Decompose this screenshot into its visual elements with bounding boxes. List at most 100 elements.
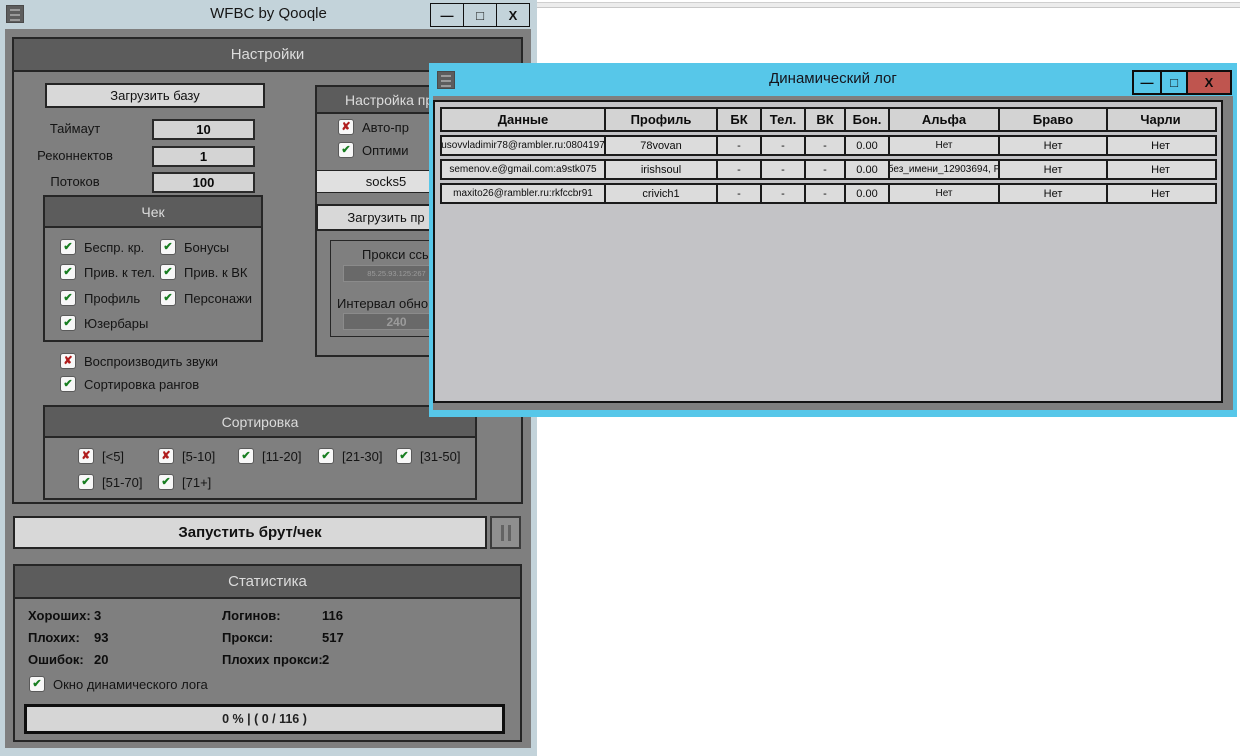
table-cell: Нет <box>1106 185 1213 202</box>
table-cell: Нет <box>1106 161 1213 178</box>
table-cell: - <box>716 161 760 178</box>
checkbox-auto-proxy[interactable]: ✘ <box>338 119 354 135</box>
stat-errors: Ошибок:20 <box>28 652 108 667</box>
table-cell: Нет <box>998 161 1106 178</box>
table-cell: 78vovan <box>604 137 716 154</box>
proxy-link-group-title: Прокси ссы <box>362 247 431 262</box>
checkbox-log-window[interactable]: ✔ <box>29 676 45 692</box>
table-row[interactable]: maxito26@rambler.ru:rkfccbr91crivich1---… <box>440 183 1217 204</box>
checkbox-sort-71plus-label: [71+] <box>182 475 211 490</box>
table-header-cell[interactable]: ВК <box>804 109 844 130</box>
table-header-cell[interactable]: БК <box>716 109 760 130</box>
checkbox-sort-71plus[interactable]: ✔ <box>158 474 174 490</box>
sort-group-title: Сортировка <box>45 407 475 438</box>
threads-field[interactable]: 100 <box>152 172 255 193</box>
table-row[interactable]: usovvladimir78@rambler.ru:080419778vovan… <box>440 135 1217 156</box>
checkbox-priv-tel[interactable]: ✔ <box>60 264 76 280</box>
checkbox-rank-sort-label: Сортировка рангов <box>84 377 199 392</box>
table-cell: без_имени_12903694, Р <box>888 161 998 178</box>
log-table-header: ДанныеПрофильБКТел.ВКБон.АльфаБравоЧарли <box>440 107 1217 132</box>
stat-good: Хороших:3 <box>28 608 101 623</box>
table-row[interactable]: semenov.e@gmail.com:a9stk075irishsoul---… <box>440 159 1217 180</box>
timeout-label: Таймаут <box>10 121 140 136</box>
minimize-icon: — <box>441 8 454 23</box>
reconnects-field[interactable]: 1 <box>152 146 255 167</box>
checkbox-personazhi-label: Персонажи <box>184 291 252 306</box>
checkbox-bespr-kr[interactable]: ✔ <box>60 239 76 255</box>
checkbox-personazhi[interactable]: ✔ <box>160 290 176 306</box>
table-cell: - <box>760 161 804 178</box>
log-table-panel: ДанныеПрофильБКТел.ВКБон.АльфаБравоЧарли… <box>433 100 1223 403</box>
checkbox-sort-31-50[interactable]: ✔ <box>396 448 412 464</box>
pause-button[interactable] <box>490 516 521 549</box>
table-cell: - <box>760 137 804 154</box>
checkbox-sort-21-30[interactable]: ✔ <box>318 448 334 464</box>
table-cell: usovvladimir78@rambler.ru:0804197 <box>442 137 604 154</box>
table-header-cell[interactable]: Данные <box>442 109 604 130</box>
maximize-button[interactable]: □ <box>1160 70 1188 95</box>
checkbox-profil[interactable]: ✔ <box>60 290 76 306</box>
timeout-field[interactable]: 10 <box>152 119 255 140</box>
interval-label: Интервал обно <box>337 296 428 311</box>
close-icon: X <box>509 8 518 23</box>
close-button[interactable]: X <box>496 3 530 27</box>
checkbox-userbary[interactable]: ✔ <box>60 315 76 331</box>
load-base-button[interactable]: Загрузить базу <box>45 83 265 108</box>
maximize-button[interactable]: □ <box>463 3 497 27</box>
pause-icon <box>501 525 504 541</box>
table-cell: 0.00 <box>844 185 888 202</box>
checkbox-sort-31-50-label: [31-50] <box>420 449 460 464</box>
progress-bar: 0 % | ( 0 / 116 ) <box>24 704 505 734</box>
checkbox-userbary-label: Юзербары <box>84 316 148 331</box>
checkbox-sort-lt5-label: [<5] <box>102 449 124 464</box>
checkbox-priv-vk[interactable]: ✔ <box>160 264 176 280</box>
log-window-title: Динамический лог <box>429 70 1237 87</box>
minimize-button[interactable]: — <box>430 3 464 27</box>
checkbox-sounds[interactable]: ✘ <box>60 353 76 369</box>
check-group-title: Чек <box>45 197 261 228</box>
table-cell: Нет <box>888 185 998 202</box>
table-cell: Нет <box>1106 137 1213 154</box>
checkbox-log-window-label: Окно динамического лога <box>53 677 208 692</box>
checkbox-priv-vk-label: Прив. к ВК <box>184 265 248 280</box>
checkbox-profil-label: Профиль <box>84 291 140 306</box>
checkbox-sounds-label: Воспроизводить звуки <box>84 354 218 369</box>
table-cell: semenov.e@gmail.com:a9stk075 <box>442 161 604 178</box>
stats-group-title: Статистика <box>15 566 520 599</box>
table-header-cell[interactable]: Браво <box>998 109 1106 130</box>
close-icon: X <box>1205 75 1214 90</box>
table-cell: Нет <box>888 137 998 154</box>
table-cell: - <box>760 185 804 202</box>
close-button[interactable]: X <box>1186 70 1232 95</box>
start-brute-button[interactable]: Запустить брут/чек <box>13 516 487 549</box>
checkbox-sort-5-10[interactable]: ✘ <box>158 448 174 464</box>
desktop: WFBC by Qooqle — □ X Настройки Загрузить… <box>0 0 1240 756</box>
checkbox-rank-sort[interactable]: ✔ <box>60 376 76 392</box>
table-cell: crivich1 <box>604 185 716 202</box>
log-table-body: usovvladimir78@rambler.ru:080419778vovan… <box>440 135 1217 204</box>
table-cell: 0.00 <box>844 161 888 178</box>
table-cell: - <box>716 137 760 154</box>
maximize-icon: □ <box>476 8 484 23</box>
main-titlebar[interactable]: WFBC by Qooqle — □ X <box>0 0 537 29</box>
table-cell: - <box>804 137 844 154</box>
table-header-cell[interactable]: Бон. <box>844 109 888 130</box>
stat-bad: Плохих:93 <box>28 630 108 645</box>
checkbox-sort-51-70-label: [51-70] <box>102 475 142 490</box>
table-header-cell[interactable]: Альфа <box>888 109 998 130</box>
table-header-cell[interactable]: Профиль <box>604 109 716 130</box>
table-header-cell[interactable]: Тел. <box>760 109 804 130</box>
log-window: Динамический лог — □ X ДанныеПрофильБКТе… <box>429 63 1237 417</box>
stat-logins: Логинов:116 <box>222 608 343 623</box>
checkbox-sort-lt5[interactable]: ✘ <box>78 448 94 464</box>
stat-bad-proxies: Плохих прокси:2 <box>222 652 329 667</box>
checkbox-sort-51-70[interactable]: ✔ <box>78 474 94 490</box>
checkbox-sort-21-30-label: [21-30] <box>342 449 382 464</box>
table-cell: 0.00 <box>844 137 888 154</box>
table-header-cell[interactable]: Чарли <box>1106 109 1213 130</box>
checkbox-sort-11-20[interactable]: ✔ <box>238 448 254 464</box>
minimize-button[interactable]: — <box>1132 70 1162 95</box>
checkbox-bonusy[interactable]: ✔ <box>160 239 176 255</box>
checkbox-optimize[interactable]: ✔ <box>338 142 354 158</box>
log-titlebar[interactable]: Динамический лог — □ X <box>429 63 1237 96</box>
